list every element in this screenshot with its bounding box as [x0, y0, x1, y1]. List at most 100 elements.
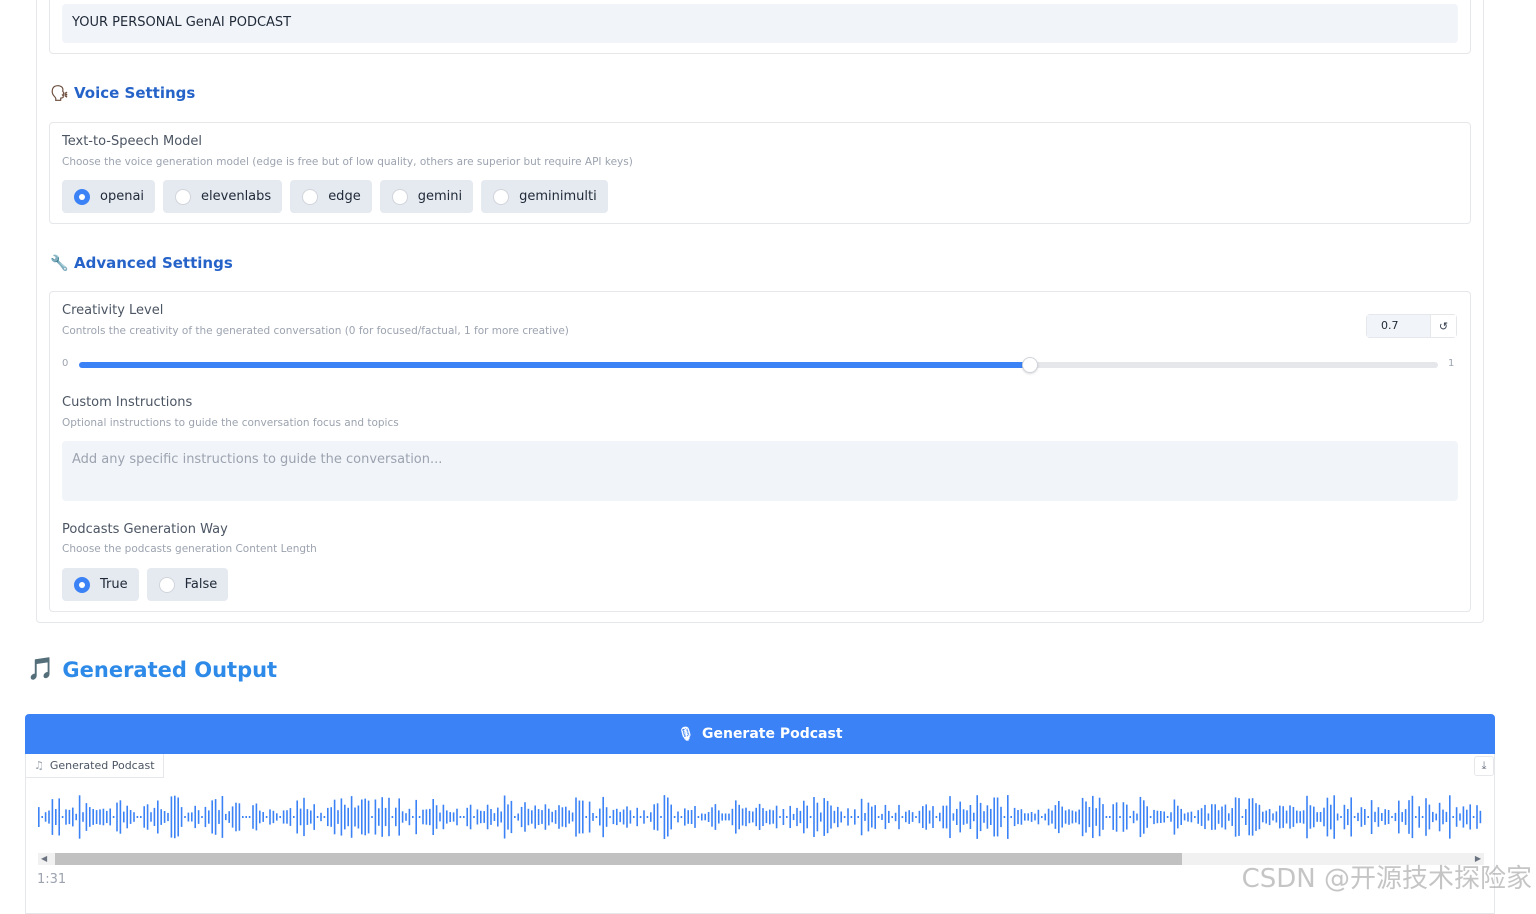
waveform-bar [1234, 797, 1237, 837]
voice-settings-heading: 🗣 Voice Settings [50, 84, 195, 102]
scroll-left-icon[interactable]: ◀ [41, 853, 47, 865]
waveform-bar [1347, 809, 1349, 826]
creativity-number-input[interactable]: 0.7 ↺ [1366, 314, 1457, 338]
waveform-bar [599, 808, 601, 826]
generated-output-title: Generated Output [62, 657, 278, 682]
creativity-value[interactable]: 0.7 [1367, 315, 1430, 337]
waveform-bar [935, 816, 938, 818]
waveform-bar [864, 813, 866, 821]
waveform-bar [592, 813, 594, 821]
creativity-label: Creativity Level [62, 303, 164, 318]
waveform-bar [1003, 816, 1006, 818]
waveform-bar [1323, 807, 1325, 827]
waveform-bar [1020, 809, 1023, 825]
waveform-bar [486, 804, 489, 830]
waveform-bar [639, 816, 642, 818]
waveform-bar [1306, 795, 1308, 839]
waveform-bar [1479, 810, 1482, 824]
waveform-bar [153, 807, 156, 826]
waveform-bar [612, 809, 615, 825]
scrollbar-thumb[interactable] [55, 853, 1182, 865]
waveform-bar [1438, 802, 1441, 832]
slider-thumb[interactable] [1022, 357, 1039, 373]
radio-checked-icon [74, 576, 90, 593]
waveform-bar [129, 810, 132, 824]
waveform-bar [1173, 799, 1176, 835]
waveform-bar [367, 800, 370, 834]
waveform-bar [609, 816, 611, 818]
waveform-bar [354, 807, 356, 827]
waveform-bar [561, 807, 564, 827]
waveform-bar [949, 796, 951, 838]
waveform-bar [463, 816, 465, 818]
waveform-bar [306, 809, 309, 825]
waveform-bar [408, 808, 411, 826]
generation-option-true[interactable]: True [62, 568, 139, 601]
waveform-bar [1075, 811, 1077, 823]
waveform-bar [316, 816, 319, 818]
waveform-bar [578, 800, 581, 834]
waveform-bar [1221, 806, 1223, 828]
waveform-bar [289, 808, 292, 826]
generate-podcast-button[interactable]: 🎙 Generate Podcast [25, 714, 1495, 754]
custom-instructions-textarea[interactable]: Add any specific instructions to guide t… [62, 441, 1458, 501]
waveform-bar [48, 810, 50, 824]
waveform-bar [418, 816, 421, 818]
waveform-bar [323, 816, 326, 818]
waveform-bar [905, 811, 907, 823]
waveform-bar [85, 803, 88, 831]
waveform-bar [986, 805, 989, 829]
waveform-bar [1088, 807, 1091, 828]
tts-option-elevenlabs[interactable]: elevenlabs [163, 180, 283, 213]
waveform-bar [656, 803, 659, 831]
waveform-bar [1129, 816, 1131, 818]
tts-option-gemini[interactable]: gemini [379, 180, 474, 213]
podcast-name-block: YOUR PERSONAL GenAI PODCAST [49, 0, 1471, 54]
waveform-bar [1296, 810, 1298, 824]
waveform-bar [242, 816, 244, 818]
audio-waveform[interactable] [36, 794, 1486, 840]
generation-option-false[interactable]: False [146, 568, 229, 601]
waveform-bar [218, 810, 220, 824]
waveform-bar [1092, 795, 1094, 838]
waveform-bar [350, 796, 353, 838]
waveform-bar [1326, 797, 1329, 837]
waveform-bar [806, 805, 808, 829]
reset-icon[interactable]: ↺ [1430, 315, 1456, 337]
waveform-bar [1381, 813, 1383, 821]
waveform-bar [1255, 803, 1257, 831]
waveform-bar [476, 809, 479, 825]
waveform-bar [772, 810, 774, 824]
waveform-bar [803, 800, 805, 834]
waveform-bar [211, 800, 213, 834]
waveform-bar [830, 805, 832, 829]
waveform-bar [82, 812, 84, 822]
waveform-bar [1350, 797, 1352, 837]
waveform-bar [276, 813, 278, 821]
waveform-bar [1126, 804, 1128, 830]
waveform-bar [1170, 812, 1172, 822]
waveform-bar [531, 810, 533, 824]
waveform-bar [259, 810, 261, 824]
creativity-slider[interactable] [79, 357, 1438, 373]
waveform-bar [1095, 808, 1097, 826]
generation-option-label: True [100, 577, 128, 592]
waveform-bar [928, 810, 931, 824]
tts-option-geminimulti[interactable]: geminimulti [481, 180, 608, 213]
download-icon[interactable]: ⤓ [1474, 756, 1494, 776]
waveform-bar [762, 808, 764, 826]
tts-option-edge[interactable]: edge [290, 180, 372, 213]
microphone-icon: 🎙 [677, 726, 694, 742]
waveform-bar [1408, 800, 1410, 834]
waveform-bar [1411, 795, 1414, 839]
waveform-bar [1115, 802, 1118, 832]
tts-option-openai[interactable]: openai [62, 180, 156, 213]
waveform-bar [837, 806, 839, 828]
waveform-bar [1275, 811, 1278, 823]
waveform-bar [1071, 810, 1074, 824]
waveform-bar [962, 809, 965, 825]
waveform-bar [881, 813, 883, 820]
waveform-bar [170, 796, 173, 838]
waveform-bar [1224, 804, 1227, 830]
podcast-name-input[interactable]: YOUR PERSONAL GenAI PODCAST [62, 4, 1458, 43]
